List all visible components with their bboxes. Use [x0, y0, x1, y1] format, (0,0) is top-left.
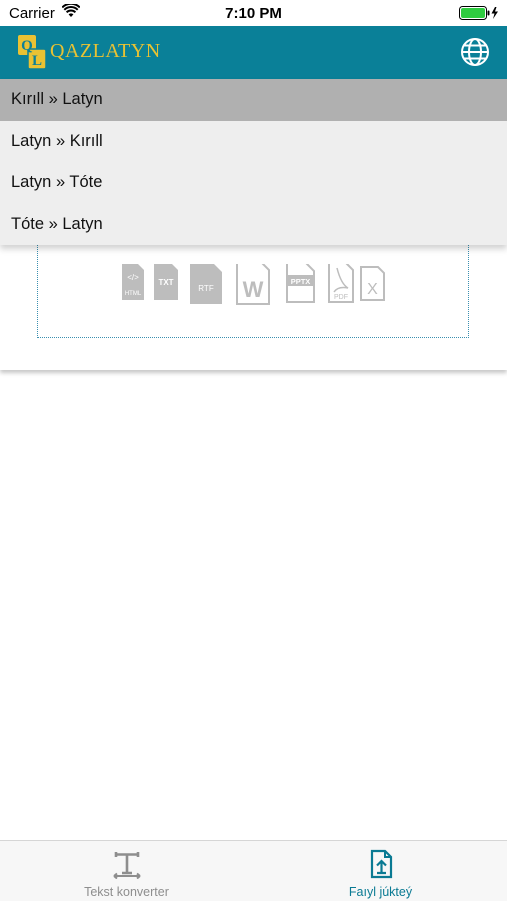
html-file-icon: </> HTML [122, 264, 144, 300]
svg-text:HTML: HTML [125, 291, 142, 297]
txt-file-icon: TXT [154, 264, 178, 300]
qazlatyn-logo: Q L [18, 35, 47, 70]
svg-text:X: X [367, 281, 378, 298]
menu-item-latyn-kirill[interactable]: Latyn » Kırıll [0, 121, 507, 163]
tab-file-upload[interactable]: Faıyl júkteý [254, 841, 507, 901]
file-upload-icon [370, 849, 392, 879]
tab-text-converter[interactable]: Tekst konverter [0, 841, 253, 901]
battery-charging-icon [459, 6, 498, 20]
tab-label: Tekst konverter [84, 885, 169, 899]
menu-item-latyn-tote[interactable]: Latyn » Tóte [0, 162, 507, 204]
svg-text:PPTX: PPTX [291, 277, 311, 286]
menu-item-kirill-latyn[interactable]: Kırıll » Latyn [0, 79, 507, 121]
language-globe-icon[interactable] [460, 37, 490, 67]
word-file-icon: W [236, 264, 270, 305]
tab-bar: Tekst konverter Faıyl júkteý [0, 840, 507, 901]
brand-title: QAZLATYN [50, 40, 161, 62]
svg-text:Q: Q [21, 38, 33, 54]
tab-label: Faıyl júkteý [348, 885, 413, 899]
svg-text:</>: </> [127, 273, 139, 282]
supported-file-types: </> HTML TXT RTF W PPTX PDF X [122, 264, 385, 305]
svg-text:TXT: TXT [158, 278, 173, 287]
conversion-direction-menu: Kırıll » Latyn Latyn » Kırıll Latyn » Tó… [0, 79, 507, 245]
app-header: Q L QAZLATYN [0, 26, 507, 79]
menu-item-tote-latyn[interactable]: Tóte » Latyn [0, 204, 507, 246]
svg-text:PDF: PDF [334, 294, 348, 301]
svg-text:RTF: RTF [198, 284, 214, 293]
svg-text:L: L [32, 53, 42, 69]
pptx-file-icon: PPTX [286, 264, 315, 303]
status-bar: Carrier 7:10 PM [0, 0, 507, 26]
clock: 7:10 PM [225, 5, 282, 22]
excel-file-icon: X [360, 266, 385, 301]
pdf-file-icon: PDF [328, 264, 354, 303]
rtf-file-icon: RTF [190, 264, 222, 304]
svg-text:W: W [243, 277, 264, 302]
text-cursor-icon [112, 852, 141, 879]
